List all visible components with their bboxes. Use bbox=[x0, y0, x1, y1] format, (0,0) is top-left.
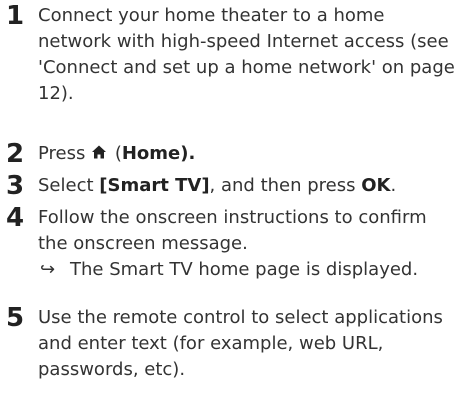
step-main-text: Follow the onscreen instructions to conf… bbox=[38, 207, 427, 254]
step-text: Follow the onscreen instructions to conf… bbox=[38, 205, 458, 283]
result-arrow-icon: ↪ bbox=[40, 259, 56, 280]
result-text: The Smart TV home page is displayed. bbox=[70, 259, 419, 280]
step-result: ↪ The Smart TV home page is displayed. bbox=[38, 257, 458, 283]
step-middle: , and then press bbox=[209, 175, 362, 196]
step-text: Press (Home). bbox=[38, 141, 458, 167]
smart-tv-label: [Smart TV] bbox=[99, 175, 210, 196]
paren-open: ( bbox=[109, 143, 122, 164]
step-number: 1 bbox=[6, 1, 25, 31]
step-text: Use the remote control to select applica… bbox=[38, 307, 443, 380]
step-number: 2 bbox=[6, 139, 25, 169]
step-number: 5 bbox=[6, 303, 25, 333]
step-suffix: ). bbox=[180, 143, 196, 164]
step-text: Connect your home theater to a home netw… bbox=[38, 5, 455, 104]
step-prefix: Press bbox=[38, 143, 92, 164]
step-prefix: Select bbox=[38, 175, 100, 196]
step-text: Select [Smart TV], and then press OK. bbox=[38, 173, 458, 199]
step-number: 3 bbox=[6, 171, 25, 201]
step-suffix: . bbox=[390, 175, 397, 196]
home-icon bbox=[92, 145, 107, 159]
step-number: 4 bbox=[6, 203, 25, 233]
home-label: Home bbox=[121, 143, 181, 164]
ok-label: OK bbox=[361, 175, 391, 196]
